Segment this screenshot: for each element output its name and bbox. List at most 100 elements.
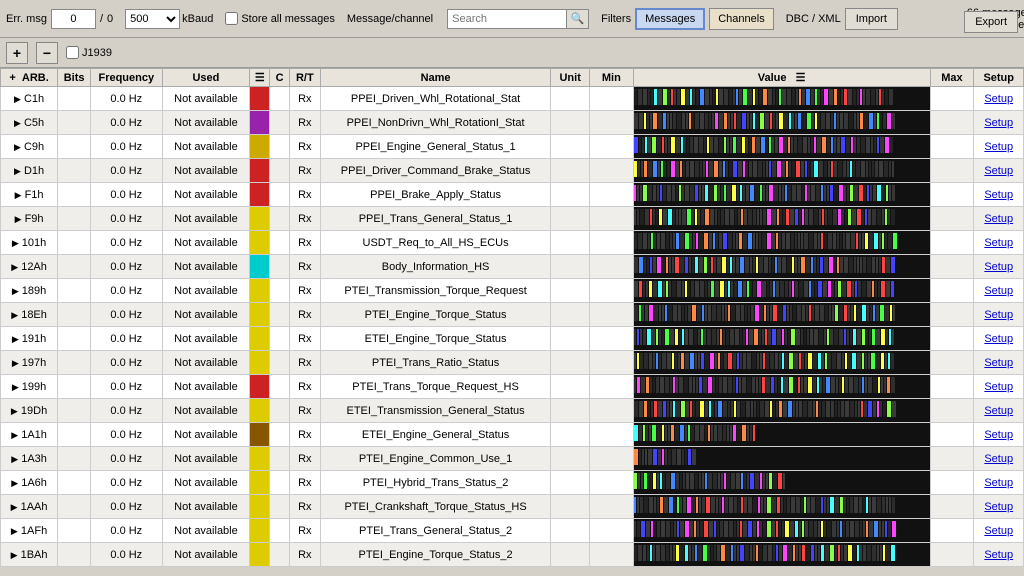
- cell-setup[interactable]: Setup: [974, 519, 1024, 543]
- expand-arrow[interactable]: ▶: [12, 334, 19, 344]
- cell-setup[interactable]: Setup: [974, 447, 1024, 471]
- cell-setup[interactable]: Setup: [974, 303, 1024, 327]
- cell-setup[interactable]: Setup: [974, 327, 1024, 351]
- col-header-add[interactable]: + ARB.: [1, 69, 58, 87]
- col-header-max[interactable]: Max: [930, 69, 974, 87]
- cell-used: Not available: [162, 447, 250, 471]
- channels-filter-btn[interactable]: Channels: [709, 8, 773, 30]
- setup-link[interactable]: Setup: [984, 165, 1013, 177]
- cell-arb: ▶ 18Eh: [1, 303, 58, 327]
- col-header-bits[interactable]: Bits: [58, 69, 91, 87]
- cell-setup[interactable]: Setup: [974, 351, 1024, 375]
- expand-arrow[interactable]: ▶: [11, 406, 18, 416]
- expand-arrow[interactable]: ▶: [11, 310, 18, 320]
- setup-link[interactable]: Setup: [984, 237, 1013, 249]
- setup-link[interactable]: Setup: [984, 453, 1013, 465]
- setup-link[interactable]: Setup: [984, 189, 1013, 201]
- setup-link[interactable]: Setup: [984, 405, 1013, 417]
- messages-filter-btn[interactable]: Messages: [635, 8, 705, 30]
- cell-setup[interactable]: Setup: [974, 159, 1024, 183]
- cell-arb: ▶ 1AAh: [1, 495, 58, 519]
- search-input-group: 🔍: [447, 9, 589, 29]
- setup-link[interactable]: Setup: [984, 117, 1013, 129]
- expand-arrow[interactable]: ▶: [12, 382, 19, 392]
- j1939-checkbox[interactable]: [66, 46, 79, 59]
- col-header-used[interactable]: Used: [162, 69, 250, 87]
- setup-link[interactable]: Setup: [984, 141, 1013, 153]
- setup-link[interactable]: Setup: [984, 525, 1013, 537]
- export-btn[interactable]: Export: [964, 11, 1018, 33]
- cell-unit: [551, 327, 589, 351]
- cell-bits: [58, 399, 91, 423]
- err-count-input[interactable]: [51, 9, 96, 29]
- setup-link[interactable]: Setup: [984, 501, 1013, 513]
- setup-link[interactable]: Setup: [984, 381, 1013, 393]
- j1939-label[interactable]: J1939: [66, 46, 112, 59]
- setup-link[interactable]: Setup: [984, 333, 1013, 345]
- search-button[interactable]: 🔍: [567, 9, 589, 29]
- cell-setup[interactable]: Setup: [974, 279, 1024, 303]
- expand-arrow[interactable]: ▶: [14, 118, 21, 128]
- expand-arrow[interactable]: ▶: [14, 142, 21, 152]
- setup-link[interactable]: Setup: [984, 429, 1013, 441]
- setup-link[interactable]: Setup: [984, 285, 1013, 297]
- col-header-unit[interactable]: Unit: [551, 69, 589, 87]
- err-separator: /: [100, 13, 103, 25]
- cell-bits: [58, 351, 91, 375]
- cell-max: [930, 495, 974, 519]
- cell-setup[interactable]: Setup: [974, 399, 1024, 423]
- setup-link[interactable]: Setup: [984, 477, 1013, 489]
- expand-arrow[interactable]: ▶: [14, 94, 21, 104]
- store-all-label[interactable]: Store all messages: [225, 12, 335, 25]
- cell-used: Not available: [162, 495, 250, 519]
- kbaud-select[interactable]: 500 250 125: [125, 9, 180, 29]
- expand-arrow[interactable]: ▶: [11, 454, 18, 464]
- remove-row-btn[interactable]: −: [36, 42, 58, 64]
- expand-arrow[interactable]: ▶: [11, 478, 18, 488]
- cell-setup[interactable]: Setup: [974, 375, 1024, 399]
- expand-arrow[interactable]: ▶: [12, 358, 19, 368]
- cell-setup[interactable]: Setup: [974, 423, 1024, 447]
- cell-setup[interactable]: Setup: [974, 87, 1024, 111]
- cell-arb: ▶ F9h: [1, 207, 58, 231]
- setup-link[interactable]: Setup: [984, 261, 1013, 273]
- expand-arrow[interactable]: ▶: [14, 166, 21, 176]
- cell-setup[interactable]: Setup: [974, 183, 1024, 207]
- expand-arrow[interactable]: ▶: [11, 550, 18, 560]
- setup-link[interactable]: Setup: [984, 213, 1013, 225]
- add-row-btn[interactable]: +: [6, 42, 28, 64]
- expand-arrow[interactable]: ▶: [12, 238, 19, 248]
- setup-link[interactable]: Setup: [984, 93, 1013, 105]
- cell-value: [633, 111, 930, 135]
- cell-setup[interactable]: Setup: [974, 255, 1024, 279]
- col-header-setup[interactable]: Setup: [974, 69, 1024, 87]
- import-btn[interactable]: Import: [845, 8, 898, 30]
- cell-setup[interactable]: Setup: [974, 135, 1024, 159]
- col-header-value[interactable]: Value ☰: [633, 69, 930, 87]
- setup-link[interactable]: Setup: [984, 309, 1013, 321]
- expand-arrow[interactable]: ▶: [15, 214, 22, 224]
- col-header-name[interactable]: Name: [320, 69, 551, 87]
- setup-link[interactable]: Setup: [984, 549, 1013, 561]
- cell-setup[interactable]: Setup: [974, 111, 1024, 135]
- cell-setup[interactable]: Setup: [974, 543, 1024, 567]
- expand-arrow[interactable]: ▶: [11, 262, 18, 272]
- col-header-frequency[interactable]: Frequency: [91, 69, 162, 87]
- cell-min: [589, 135, 633, 159]
- col-header-min[interactable]: Min: [589, 69, 633, 87]
- expand-arrow[interactable]: ▶: [12, 286, 19, 296]
- expand-arrow[interactable]: ▶: [11, 430, 18, 440]
- cell-setup[interactable]: Setup: [974, 231, 1024, 255]
- col-header-rt[interactable]: R/T: [289, 69, 320, 87]
- search-input[interactable]: [447, 9, 567, 29]
- expand-arrow[interactable]: ▶: [11, 526, 18, 536]
- setup-link[interactable]: Setup: [984, 357, 1013, 369]
- store-all-checkbox[interactable]: [225, 12, 238, 25]
- cell-setup[interactable]: Setup: [974, 495, 1024, 519]
- cell-min: [589, 519, 633, 543]
- cell-setup[interactable]: Setup: [974, 207, 1024, 231]
- expand-arrow[interactable]: ▶: [15, 190, 22, 200]
- col-header-c[interactable]: C: [270, 69, 290, 87]
- cell-setup[interactable]: Setup: [974, 471, 1024, 495]
- expand-arrow[interactable]: ▶: [11, 502, 18, 512]
